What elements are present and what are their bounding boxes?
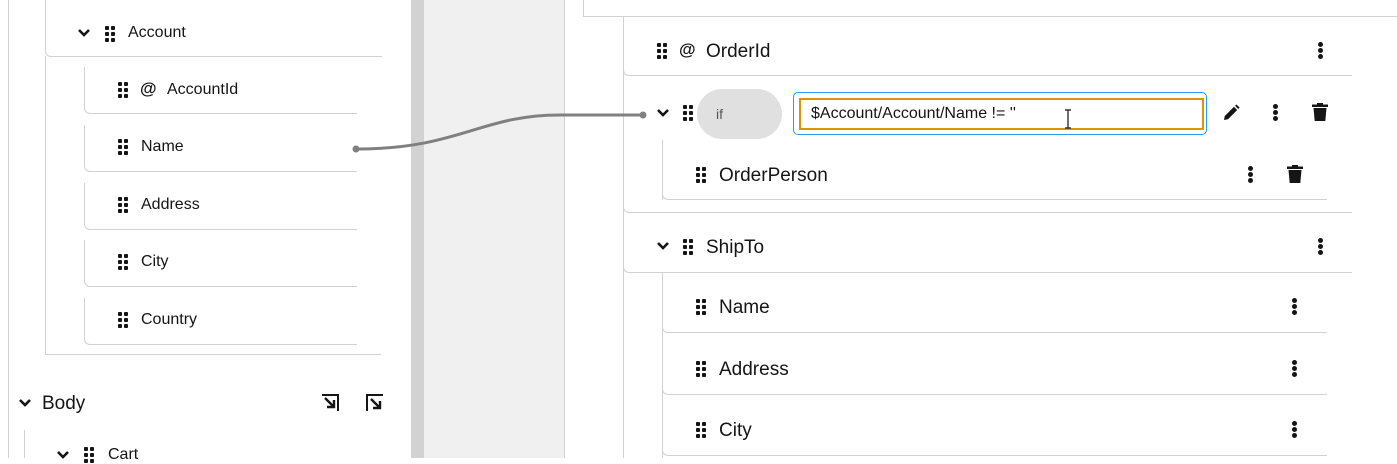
- chevron-down-icon[interactable]: [56, 450, 70, 460]
- body-children-guide: [24, 430, 25, 458]
- drag-handle-icon[interactable]: [657, 43, 667, 59]
- account-group-bottom: [45, 354, 381, 355]
- drag-handle-icon[interactable]: [696, 167, 706, 183]
- target-orderid-label: OrderId: [706, 41, 771, 62]
- drag-handle-icon[interactable]: [683, 105, 693, 121]
- drag-handle-icon[interactable]: [118, 254, 128, 270]
- drag-handle-icon[interactable]: [696, 361, 706, 377]
- kebab-icon[interactable]: [1291, 421, 1297, 439]
- chevron-down-icon[interactable]: [18, 398, 32, 408]
- source-node-account[interactable]: Account: [45, 0, 382, 57]
- trash-icon[interactable]: [1312, 103, 1328, 121]
- source-field-label: Name: [141, 138, 184, 155]
- source-panel: Account @ AccountId Name Address City Co…: [0, 0, 411, 463]
- source-field-country[interactable]: Country: [84, 298, 357, 345]
- source-field-city[interactable]: City: [84, 240, 357, 287]
- target-node-orderid[interactable]: @ OrderId: [623, 28, 1352, 76]
- source-field-address[interactable]: Address: [84, 183, 357, 230]
- account-children-guide: [45, 56, 46, 354]
- target-node-orderperson[interactable]: OrderPerson: [662, 140, 1327, 200]
- kebab-icon[interactable]: [1247, 166, 1253, 184]
- drag-handle-icon[interactable]: [118, 197, 128, 213]
- target-orderperson-label: OrderPerson: [719, 165, 828, 186]
- kebab-icon[interactable]: [1291, 360, 1297, 378]
- at-sign-icon: @: [140, 79, 157, 98]
- drag-handle-icon[interactable]: [683, 239, 693, 255]
- drag-handle-icon[interactable]: [696, 422, 706, 438]
- drag-handle-icon[interactable]: [84, 447, 94, 463]
- target-shipto-child-city[interactable]: City: [662, 407, 1327, 456]
- collapse-arrow-icon[interactable]: [365, 393, 385, 413]
- target-panel: @ OrderId if OrderPerson ShipTo Name: [565, 0, 1397, 458]
- at-sign-icon: @: [679, 40, 696, 59]
- target-shipto-child-address[interactable]: Address: [662, 346, 1327, 395]
- target-child-label: City: [719, 420, 752, 441]
- drag-handle-icon[interactable]: [118, 82, 128, 98]
- chevron-down-icon[interactable]: [656, 241, 670, 251]
- target-child-label: Address: [719, 359, 789, 380]
- pencil-icon[interactable]: [1222, 104, 1240, 122]
- source-field-label: Country: [141, 311, 198, 328]
- condition-input[interactable]: [799, 98, 1204, 130]
- target-parent-bottom: [583, 16, 1397, 17]
- if-label: if: [716, 106, 723, 122]
- target-parent-guide: [583, 0, 584, 16]
- source-field-name[interactable]: Name: [84, 125, 357, 172]
- drag-handle-icon[interactable]: [105, 26, 115, 42]
- kebab-icon[interactable]: [1317, 238, 1323, 256]
- chevron-down-icon[interactable]: [77, 28, 91, 38]
- text-cursor-icon: [1065, 109, 1071, 129]
- drag-handle-icon[interactable]: [118, 139, 128, 155]
- target-child-label: Name: [719, 297, 770, 318]
- source-field-accountid[interactable]: @ AccountId: [84, 67, 357, 114]
- kebab-icon[interactable]: [1272, 104, 1278, 122]
- source-cart-label: Cart: [108, 446, 139, 463]
- target-shipto-child-name[interactable]: Name: [662, 284, 1327, 333]
- source-tree-guide: [8, 0, 9, 458]
- target-shipto-label: ShipTo: [706, 237, 765, 258]
- body-section-label: Body: [42, 393, 86, 414]
- source-field-label: City: [141, 253, 169, 270]
- if-pill: if: [697, 89, 782, 139]
- kebab-icon[interactable]: [1317, 42, 1323, 60]
- target-node-shipto[interactable]: ShipTo: [623, 224, 1352, 273]
- source-field-label: AccountId: [167, 81, 239, 98]
- drag-handle-icon[interactable]: [118, 312, 128, 328]
- source-field-label: Address: [141, 196, 200, 213]
- expand-arrow-icon[interactable]: [320, 393, 340, 413]
- mapping-lines-area: [424, 0, 565, 458]
- drag-handle-icon[interactable]: [696, 299, 706, 315]
- trash-icon[interactable]: [1287, 165, 1303, 183]
- source-account-label: Account: [128, 24, 186, 41]
- panel-splitter[interactable]: [411, 0, 424, 458]
- kebab-icon[interactable]: [1291, 298, 1297, 316]
- chevron-down-icon[interactable]: [656, 108, 670, 118]
